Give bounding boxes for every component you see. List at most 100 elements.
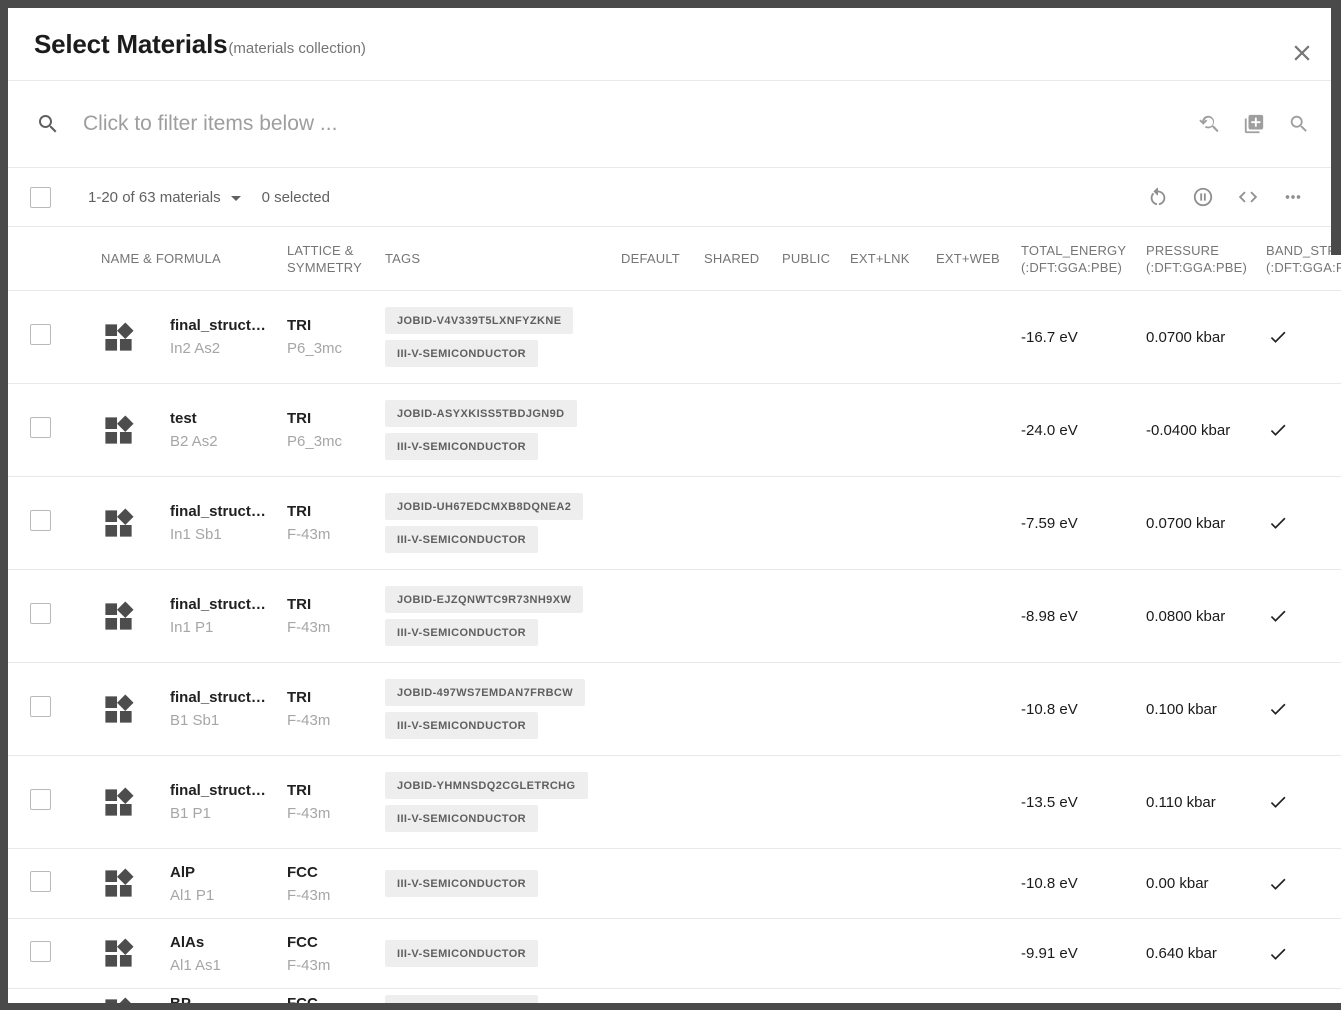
- row-checkbox[interactable]: [30, 696, 51, 717]
- close-icon[interactable]: [1289, 40, 1315, 66]
- column-header-lattice[interactable]: LATTICE & SYMMETRY: [287, 242, 385, 276]
- row-checkbox[interactable]: [30, 871, 51, 892]
- tag-badge: III-V-SEMICONDUCTOR: [385, 940, 538, 967]
- column-header-energy[interactable]: TOTAL_ENERGY (:DFT:GGA:PBE): [1021, 242, 1146, 276]
- select-materials-dialog: Select Materials (materials collection): [8, 8, 1341, 1003]
- lattice-type: TRI: [287, 317, 385, 334]
- search-history-icon[interactable]: [1198, 113, 1220, 135]
- material-formula: In1 Sb1: [170, 526, 287, 543]
- pressure-value: 0.0700 kbar: [1146, 515, 1266, 532]
- library-add-icon[interactable]: [1243, 113, 1265, 135]
- column-header-tags[interactable]: TAGS: [385, 250, 621, 267]
- column-header-band[interactable]: BAND_STRU (:DFT:GGA:P: [1266, 242, 1341, 276]
- select-all-checkbox[interactable]: [30, 187, 51, 208]
- page-subtitle: (materials collection): [228, 40, 366, 57]
- column-header-extweb[interactable]: EXT+WEB: [936, 250, 1021, 267]
- tag-badge: JOBID-V4V339T5LXNFYZKNE: [385, 307, 573, 334]
- symmetry-group: F-43m: [287, 619, 385, 636]
- row-checkbox[interactable]: [30, 510, 51, 531]
- row-checkbox[interactable]: [30, 789, 51, 810]
- code-icon[interactable]: [1237, 186, 1259, 208]
- lattice-type: FCC: [287, 934, 385, 951]
- column-header-line1: EXT+WEB: [936, 250, 1021, 267]
- column-header-name[interactable]: NAME & FORMULA: [101, 250, 287, 267]
- chevron-down-icon: [231, 196, 241, 201]
- material-widgets-icon: [101, 413, 170, 448]
- materials-list: final_struct… In2 As2 TRI P6_3mc JOBID-V…: [8, 291, 1341, 1003]
- symmetry-group: F-43m: [287, 957, 385, 974]
- tag-badge: III-V-SEMICONDUCTOR: [385, 526, 538, 553]
- list-toolbar: 1-20 of 63 materials 0 selected: [8, 168, 1341, 227]
- row-checkbox[interactable]: [30, 417, 51, 438]
- column-header-pressure[interactable]: PRESSURE (:DFT:GGA:PBE): [1146, 242, 1266, 276]
- symmetry-group: F-43m: [287, 712, 385, 729]
- table-row[interactable]: BP FCC III-V-SEMICONDUCTOR: [8, 989, 1341, 1003]
- search-input[interactable]: [83, 112, 1198, 136]
- tag-badge: JOBID-UH67EDCMXB8DQNEA2: [385, 493, 583, 520]
- material-formula: B2 As2: [170, 433, 287, 450]
- material-formula: In2 As2: [170, 340, 287, 357]
- table-header: NAME & FORMULA LATTICE & SYMMETRY TAGS D…: [8, 227, 1341, 291]
- tag-badge: III-V-SEMICONDUCTOR: [385, 870, 538, 897]
- tags-cell: JOBID-YHMNSDQ2CGLETRCHGIII-V-SEMICONDUCT…: [385, 772, 621, 832]
- scrollbar-thumb[interactable]: [1331, 0, 1341, 255]
- total-energy-value: -10.8 eV: [1021, 701, 1146, 718]
- table-row[interactable]: test B2 As2 TRI P6_3mc JOBID-ASYXKISS5TB…: [8, 384, 1341, 477]
- column-header-shared[interactable]: SHARED: [704, 250, 782, 267]
- refresh-icon[interactable]: [1147, 186, 1169, 208]
- lattice-type: TRI: [287, 503, 385, 520]
- table-row[interactable]: AlP Al1 P1 FCC F-43m III-V-SEMICONDUCTOR…: [8, 849, 1341, 919]
- lattice-type: TRI: [287, 689, 385, 706]
- column-header-public[interactable]: PUBLIC: [782, 250, 850, 267]
- material-widgets-icon: [101, 995, 170, 1003]
- check-icon: [1268, 327, 1288, 347]
- tag-badge: III-V-SEMICONDUCTOR: [385, 712, 538, 739]
- lattice-type: TRI: [287, 596, 385, 613]
- material-widgets-icon: [101, 692, 170, 727]
- title-wrap: Select Materials (materials collection): [34, 29, 366, 60]
- total-energy-value: -8.98 eV: [1021, 608, 1146, 625]
- tag-badge: III-V-SEMICONDUCTOR: [385, 340, 538, 367]
- material-name: final_struct…: [170, 782, 287, 799]
- table-row[interactable]: final_struct… In1 P1 TRI F-43m JOBID-EJZ…: [8, 570, 1341, 663]
- material-widgets-icon: [101, 866, 170, 901]
- column-header-line1: TAGS: [385, 250, 621, 267]
- row-checkbox[interactable]: [30, 603, 51, 624]
- material-formula: B1 Sb1: [170, 712, 287, 729]
- more-horiz-icon[interactable]: [1282, 186, 1304, 208]
- symmetry-group: F-43m: [287, 526, 385, 543]
- total-energy-value: -9.91 eV: [1021, 945, 1146, 962]
- table-row[interactable]: final_struct… In1 Sb1 TRI F-43m JOBID-UH…: [8, 477, 1341, 570]
- pause-circle-icon[interactable]: [1192, 186, 1214, 208]
- band-structure-cell: [1266, 944, 1341, 964]
- material-name: AlP: [170, 864, 287, 881]
- row-checkbox[interactable]: [30, 324, 51, 345]
- tag-badge: III-V-SEMICONDUCTOR: [385, 433, 538, 460]
- pressure-value: 0.0700 kbar: [1146, 329, 1266, 346]
- tags-cell: JOBID-UH67EDCMXB8DQNEA2 III-V-SEMICONDUCT…: [385, 493, 621, 553]
- pressure-value: 0.110 kbar: [1146, 794, 1266, 811]
- search-icon[interactable]: [1288, 113, 1310, 135]
- material-widgets-icon: [101, 785, 170, 820]
- table-row[interactable]: final_struct… In2 As2 TRI P6_3mc JOBID-V…: [8, 291, 1341, 384]
- table-row[interactable]: AlAs Al1 As1 FCC F-43m III-V-SEMICONDUCT…: [8, 919, 1341, 989]
- column-header-line1: TOTAL_ENERGY: [1021, 242, 1146, 259]
- column-header-default[interactable]: DEFAULT: [621, 250, 704, 267]
- search-bar: [8, 81, 1341, 168]
- pagination-dropdown[interactable]: 1-20 of 63 materials: [88, 189, 241, 206]
- band-structure-cell: [1266, 420, 1341, 440]
- check-icon: [1268, 699, 1288, 719]
- total-energy-value: -10.8 eV: [1021, 875, 1146, 892]
- pressure-value: 0.0800 kbar: [1146, 608, 1266, 625]
- band-structure-cell: [1266, 606, 1341, 626]
- tags-cell: JOBID-EJZQNWTC9R73NH9XWIII-V-SEMICONDUCT…: [385, 586, 621, 646]
- material-widgets-icon: [101, 936, 170, 971]
- tag-badge: III-V-SEMICONDUCTOR: [385, 805, 538, 832]
- material-name: test: [170, 410, 287, 427]
- table-row[interactable]: final_struct… B1 Sb1 TRI F-43m JOBID-497…: [8, 663, 1341, 756]
- dialog-header: Select Materials (materials collection): [8, 8, 1341, 81]
- table-row[interactable]: final_struct… B1 P1 TRI F-43m JOBID-YHMN…: [8, 756, 1341, 849]
- material-formula: Al1 As1: [170, 957, 287, 974]
- row-checkbox[interactable]: [30, 941, 51, 962]
- column-header-extlnk[interactable]: EXT+LNK: [850, 250, 936, 267]
